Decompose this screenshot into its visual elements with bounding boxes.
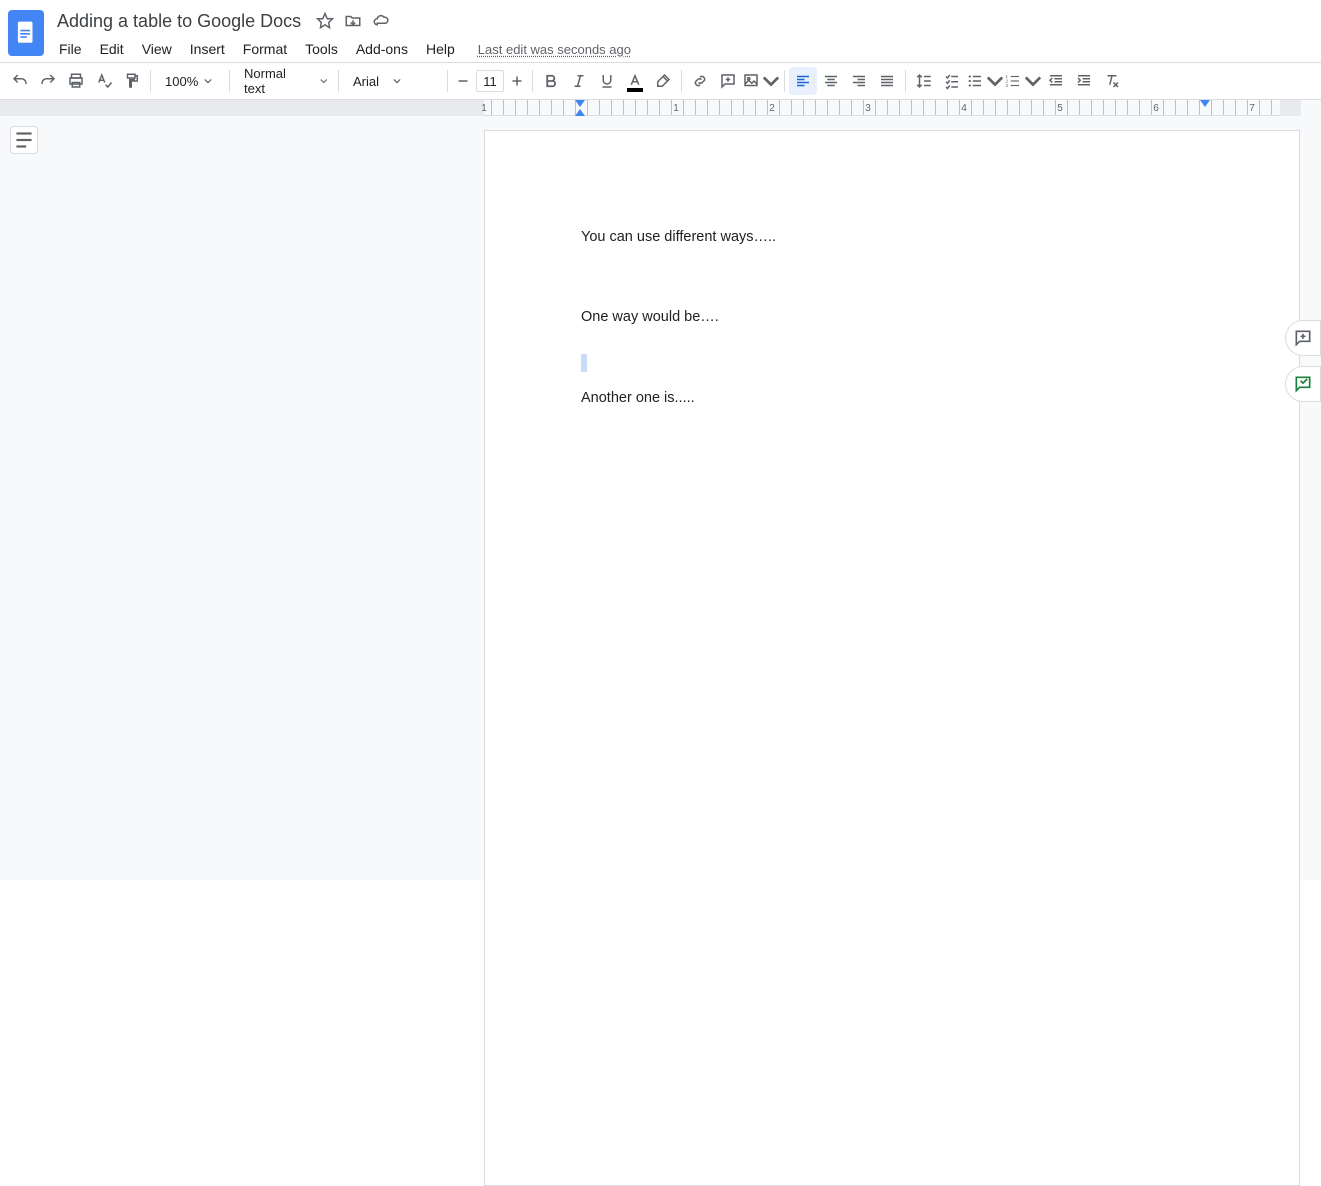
redo-button[interactable] bbox=[34, 67, 62, 95]
ruler-indent-left-marker[interactable] bbox=[575, 100, 585, 107]
toolbar: 100% Normal text Arial 123 bbox=[0, 62, 1321, 100]
ruler-tick: 7 bbox=[1249, 103, 1255, 114]
line-spacing-button[interactable] bbox=[910, 67, 938, 95]
cloud-status-icon[interactable] bbox=[372, 12, 390, 30]
align-center-button[interactable] bbox=[817, 67, 845, 95]
insert-image-button[interactable] bbox=[742, 67, 780, 95]
workspace: 1 1 2 3 4 5 6 7 You can use different wa… bbox=[0, 100, 1321, 880]
title-area: Adding a table to Google Docs File Edit … bbox=[52, 8, 1313, 62]
document-title[interactable]: Adding a table to Google Docs bbox=[52, 9, 306, 34]
move-icon[interactable] bbox=[344, 12, 362, 30]
document-line[interactable]: One way would be…. bbox=[581, 307, 1203, 329]
font-family-select[interactable]: Arial bbox=[343, 67, 443, 95]
menu-edit[interactable]: Edit bbox=[93, 37, 131, 61]
text-color-swatch bbox=[627, 88, 643, 92]
font-size-decrease[interactable] bbox=[452, 67, 474, 95]
text-cursor bbox=[581, 354, 587, 372]
right-rail bbox=[1285, 320, 1321, 402]
align-left-button[interactable] bbox=[789, 67, 817, 95]
menu-insert[interactable]: Insert bbox=[183, 37, 232, 61]
chevron-down-icon bbox=[320, 77, 328, 85]
ruler-hanging-indent-marker[interactable] bbox=[575, 109, 585, 116]
ruler-indent-right-marker[interactable] bbox=[1200, 100, 1210, 107]
chevron-down-icon bbox=[204, 77, 212, 85]
document-line[interactable]: You can use different ways….. bbox=[581, 227, 1203, 249]
text-color-button[interactable] bbox=[621, 67, 649, 95]
align-right-button[interactable] bbox=[845, 67, 873, 95]
ruler-tick: 4 bbox=[961, 103, 967, 114]
ruler-tick: 3 bbox=[865, 103, 871, 114]
clear-formatting-button[interactable] bbox=[1098, 67, 1126, 95]
menu-tools[interactable]: Tools bbox=[298, 37, 345, 61]
decrease-indent-button[interactable] bbox=[1042, 67, 1070, 95]
menu-help[interactable]: Help bbox=[419, 37, 462, 61]
insert-link-button[interactable] bbox=[686, 67, 714, 95]
numbered-list-button[interactable]: 123 bbox=[1004, 67, 1042, 95]
highlight-color-button[interactable] bbox=[649, 67, 677, 95]
ruler-margin-right bbox=[1280, 100, 1301, 116]
chevron-down-icon bbox=[986, 72, 1004, 90]
suggest-icon bbox=[1293, 374, 1313, 394]
suggest-edits-side-button[interactable] bbox=[1285, 366, 1321, 402]
ruler-tick: 2 bbox=[769, 103, 775, 114]
paragraph-style-select[interactable]: Normal text bbox=[234, 67, 334, 95]
ruler-tick: 1 bbox=[481, 103, 487, 114]
document-outline-button[interactable] bbox=[10, 126, 38, 154]
ruler-tick: 5 bbox=[1057, 103, 1063, 114]
add-comment-button[interactable] bbox=[714, 67, 742, 95]
font-size-input[interactable] bbox=[476, 70, 504, 92]
docs-icon bbox=[16, 20, 36, 46]
menu-view[interactable]: View bbox=[135, 37, 179, 61]
menu-format[interactable]: Format bbox=[236, 37, 294, 61]
paint-format-button[interactable] bbox=[118, 67, 146, 95]
paragraph-style-value: Normal text bbox=[244, 66, 306, 96]
align-justify-button[interactable] bbox=[873, 67, 901, 95]
zoom-value: 100% bbox=[165, 74, 198, 89]
outline-icon bbox=[11, 127, 37, 153]
bulleted-list-button[interactable] bbox=[966, 67, 1004, 95]
star-icon[interactable] bbox=[316, 12, 334, 30]
ruler-tick: 1 bbox=[673, 103, 679, 114]
ruler-tick: 6 bbox=[1153, 103, 1159, 114]
italic-button[interactable] bbox=[565, 67, 593, 95]
header: Adding a table to Google Docs File Edit … bbox=[0, 0, 1321, 62]
font-size-control bbox=[452, 67, 528, 95]
chevron-down-icon bbox=[762, 72, 780, 90]
spellcheck-button[interactable] bbox=[90, 67, 118, 95]
svg-text:3: 3 bbox=[1006, 83, 1009, 88]
undo-button[interactable] bbox=[6, 67, 34, 95]
print-button[interactable] bbox=[62, 67, 90, 95]
menu-addons[interactable]: Add-ons bbox=[349, 37, 415, 61]
docs-logo[interactable] bbox=[8, 10, 44, 56]
chevron-down-icon bbox=[1024, 72, 1042, 90]
left-rail bbox=[10, 126, 38, 154]
zoom-select[interactable]: 100% bbox=[155, 67, 225, 95]
ruler-margin-left bbox=[0, 100, 484, 116]
document-line[interactable]: Another one is..... bbox=[581, 388, 1203, 410]
bold-button[interactable] bbox=[537, 67, 565, 95]
font-family-value: Arial bbox=[353, 74, 379, 89]
horizontal-ruler[interactable]: 1 1 2 3 4 5 6 7 bbox=[0, 100, 1301, 116]
menu-file[interactable]: File bbox=[52, 37, 89, 61]
increase-indent-button[interactable] bbox=[1070, 67, 1098, 95]
add-comment-side-button[interactable] bbox=[1285, 320, 1321, 356]
menu-bar: File Edit View Insert Format Tools Add-o… bbox=[52, 36, 1313, 62]
document-page[interactable]: You can use different ways….. One way wo… bbox=[484, 130, 1300, 1186]
last-edit-link[interactable]: Last edit was seconds ago bbox=[478, 42, 631, 57]
font-size-increase[interactable] bbox=[506, 67, 528, 95]
comment-plus-icon bbox=[1293, 328, 1313, 348]
underline-button[interactable] bbox=[593, 67, 621, 95]
checklist-button[interactable] bbox=[938, 67, 966, 95]
chevron-down-icon bbox=[393, 77, 401, 85]
